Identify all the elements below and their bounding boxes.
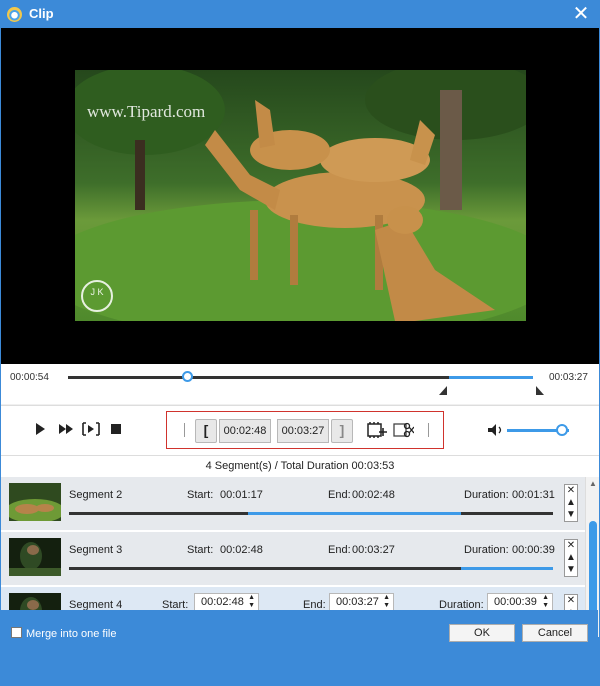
dialog-footer: Merge into one file OK Cancel (0, 610, 598, 658)
duration-value: 00:00:39 (494, 596, 537, 608)
title-bar: Clip ✕ (0, 0, 600, 28)
segment-controls: ✕ ▲ ▼ (564, 484, 578, 522)
close-icon[interactable]: ✕ (570, 3, 592, 25)
duration-value: 00:01:31 (512, 489, 555, 501)
playhead-handle[interactable] (181, 371, 193, 382)
timeline-selection (449, 376, 533, 379)
merge-checkbox[interactable]: Merge into one file (11, 627, 117, 640)
fast-forward-icon[interactable] (55, 418, 77, 440)
frame-step-icon[interactable] (80, 418, 102, 440)
move-down-icon[interactable]: ▼ (565, 564, 577, 576)
separator (428, 423, 429, 437)
checkbox-icon[interactable] (11, 627, 22, 638)
merge-label: Merge into one file (26, 628, 117, 640)
split-scissors-icon[interactable] (392, 419, 414, 441)
duration-value: 00:00:39 (512, 544, 555, 556)
spinner-arrows-icon[interactable]: ▲ ▼ (248, 594, 255, 610)
clip-window: Clip ✕ www.Tipard.com J K 00:00:54 00:03… (0, 0, 600, 686)
scroll-up-icon[interactable]: ▲ (588, 479, 598, 489)
end-value: 00:02:48 (352, 489, 395, 501)
volume-knob[interactable] (555, 424, 568, 436)
start-time-field[interactable]: 00:02:48 (219, 419, 271, 443)
separator (184, 423, 185, 437)
duration-label: Duration: (464, 544, 509, 556)
segment-progress (69, 512, 553, 515)
segment-row[interactable]: Segment 2 Start: 00:01:17 End: 00:02:48 … (1, 477, 585, 531)
volume-icon[interactable] (485, 419, 507, 441)
start-value: 00:02:48 (201, 596, 244, 608)
set-end-button[interactable]: ] (331, 419, 353, 443)
segment-row[interactable]: Segment 3 Start: 00:02:48 End: 00:03:27 … (1, 532, 585, 586)
segment-controls: ✕ ▲ ▼ (564, 539, 578, 577)
delete-segment-icon[interactable]: ✕ (565, 540, 577, 552)
timeline-track[interactable] (68, 376, 533, 379)
start-label: Start: (187, 489, 214, 501)
total-time: 00:03:27 (549, 372, 588, 383)
current-time: 00:00:54 (10, 372, 49, 383)
end-time-spinner[interactable]: 00:03:27 ▲ ▼ (329, 593, 394, 611)
spinner-arrows-icon[interactable]: ▲ ▼ (542, 594, 549, 610)
end-value: 00:03:27 (336, 596, 379, 608)
end-value: 00:03:27 (352, 544, 395, 556)
trim-start-handle[interactable] (439, 386, 447, 395)
stop-icon[interactable] (105, 418, 127, 440)
cancel-button[interactable]: Cancel (522, 624, 588, 642)
start-value: 00:02:48 (220, 544, 263, 556)
segment-name: Segment 2 (69, 489, 123, 501)
app-logo-icon (7, 7, 22, 22)
delete-segment-icon[interactable]: ✕ (565, 485, 577, 497)
ok-button[interactable]: OK (449, 624, 515, 642)
watermark-seal: J K (81, 280, 113, 312)
segment-range (461, 567, 553, 570)
segment-summary: 4 Segment(s) / Total Duration 00:03:53 (1, 455, 599, 477)
start-label: Start: (187, 544, 214, 556)
duration-spinner[interactable]: 00:00:39 ▲ ▼ (487, 593, 553, 611)
segment-thumbnail (9, 538, 61, 576)
end-time-field[interactable]: 00:03:27 (277, 419, 329, 443)
play-icon[interactable] (29, 418, 51, 440)
end-label: End: (328, 544, 351, 556)
segment-name: Segment 3 (69, 544, 123, 556)
watermark-text: www.Tipard.com (87, 102, 206, 121)
end-label: End: (328, 489, 351, 501)
dialog-body: www.Tipard.com J K 00:00:54 00:03:27 [0… (1, 28, 599, 637)
move-up-icon[interactable]: ▲ (565, 552, 577, 564)
spinner-arrows-icon[interactable]: ▲ ▼ (383, 594, 390, 610)
video-frame: www.Tipard.com J K (75, 70, 526, 321)
window-title: Clip (29, 6, 54, 21)
control-bar: [ 00:02:48 00:03:27 ] (1, 405, 599, 455)
timeline: 00:00:54 00:03:27 (1, 364, 599, 404)
move-up-icon[interactable]: ▲ (565, 497, 577, 509)
video-preview: www.Tipard.com J K (1, 28, 599, 364)
start-value: 00:01:17 (220, 489, 263, 501)
move-down-icon[interactable]: ▼ (565, 509, 577, 521)
segment-range (248, 512, 462, 515)
trim-end-handle[interactable] (536, 386, 544, 395)
duration-label: Duration: (464, 489, 509, 501)
segment-thumbnail (9, 483, 61, 521)
scrollbar-thumb[interactable] (589, 521, 597, 621)
add-segment-icon[interactable] (365, 419, 387, 441)
segment-progress (69, 567, 553, 570)
set-start-button[interactable]: [ (195, 419, 217, 443)
delete-segment-icon[interactable]: ✕ (565, 595, 577, 607)
start-time-spinner[interactable]: 00:02:48 ▲ ▼ (194, 593, 259, 611)
